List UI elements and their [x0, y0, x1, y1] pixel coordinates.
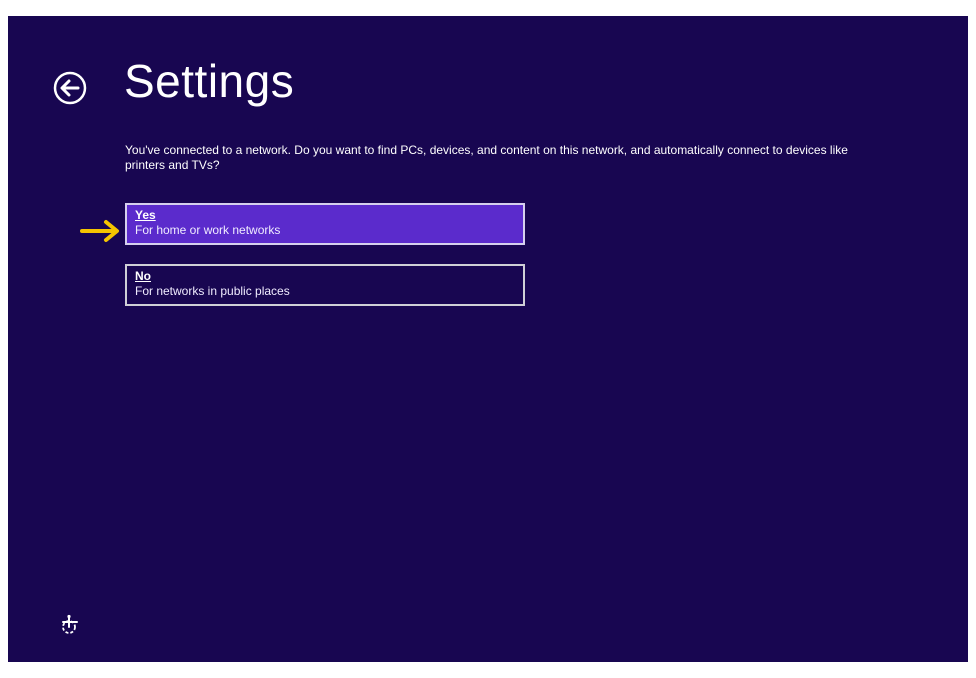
oobe-screen: Settings You've connected to a network. …	[8, 16, 968, 662]
back-button[interactable]	[52, 70, 88, 106]
page-title: Settings	[124, 55, 295, 107]
arrow-right-icon	[80, 219, 124, 243]
option-no-description: For networks in public places	[135, 284, 290, 298]
back-arrow-circle-icon	[53, 71, 87, 105]
option-yes-button[interactable]: Yes For home or work networks	[125, 203, 525, 245]
option-no-title: No	[135, 269, 151, 283]
ease-of-access-button[interactable]	[58, 614, 80, 636]
option-no-button[interactable]: No For networks in public places	[125, 264, 525, 306]
ease-of-access-icon	[62, 614, 78, 634]
option-yes-description: For home or work networks	[135, 223, 281, 237]
network-sharing-prompt: You've connected to a network. Do you wa…	[125, 143, 848, 172]
option-yes-title: Yes	[135, 208, 156, 222]
